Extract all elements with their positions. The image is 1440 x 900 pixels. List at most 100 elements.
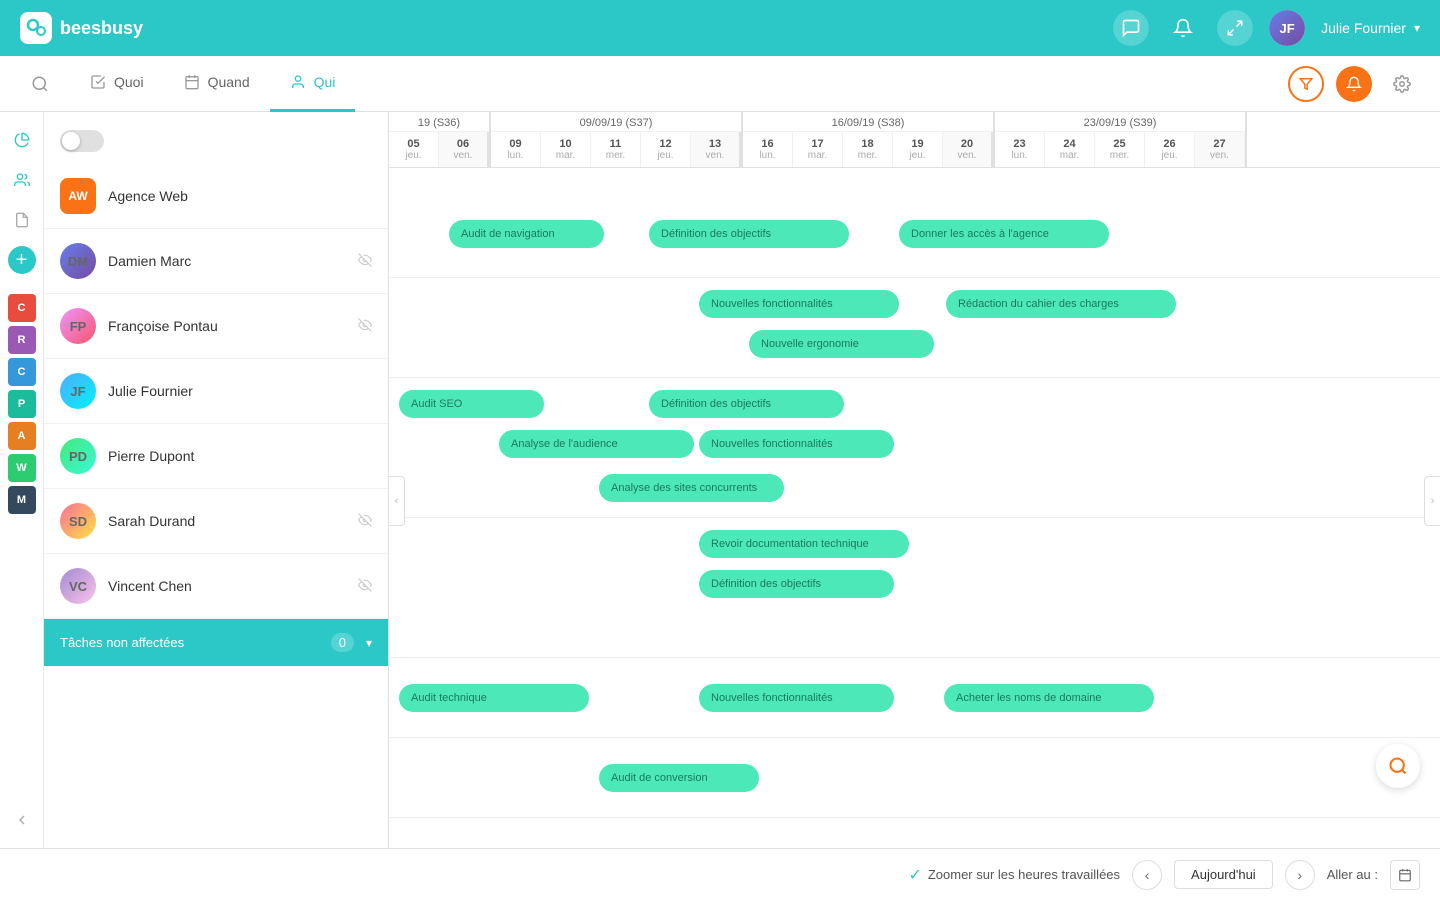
person-row-pierre-dupont[interactable]: PD Pierre Dupont (44, 424, 388, 489)
sidebar-badge-p[interactable]: P (8, 390, 36, 418)
toggle-row (44, 122, 388, 164)
task-audit-seo[interactable]: Audit SEO (399, 390, 544, 418)
person-row-julie-fournier[interactable]: JF Julie Fournier (44, 359, 388, 424)
task-nouvelles-fonctionnalites-pd[interactable]: Nouvelles fonctionnalités (699, 684, 894, 712)
sidebar-badge-c2[interactable]: C (8, 358, 36, 386)
eye-off-icon-damien (358, 253, 372, 270)
sidebar-badge-w[interactable]: W (8, 454, 36, 482)
unassigned-label: Tâches non affectées (60, 635, 319, 650)
unassigned-row[interactable]: Tâches non affectées 0 ▾ (44, 619, 388, 666)
task-acheter-domaines[interactable]: Acheter les noms de domaine (944, 684, 1154, 712)
day-23: 23 lun. (995, 132, 1045, 167)
person-row-vincent-chen[interactable]: VC Vincent Chen (44, 554, 388, 619)
sidebar-badge-m[interactable]: M (8, 486, 36, 514)
task-definition-objectifs-fp[interactable]: Définition des objectifs (649, 390, 844, 418)
person-name-damien-marc: Damien Marc (108, 253, 346, 269)
task-revoir-doc[interactable]: Revoir documentation technique (699, 530, 909, 558)
unassigned-count: 0 (331, 633, 354, 652)
logo-icon[interactable] (20, 12, 52, 44)
gantt-search-button[interactable] (1376, 744, 1420, 788)
user-avatar[interactable]: JF (1269, 10, 1305, 46)
week-s38: 16/09/19 (S38) 16 lun. 17 mar. 18 mer. (743, 112, 995, 167)
collapse-button[interactable] (4, 802, 40, 838)
week-s36: 19 (S36) 05 jeu. 06 ven. (389, 112, 491, 167)
user-name: Julie Fournier (1321, 20, 1406, 36)
person-row-sarah-durand[interactable]: SD Sarah Durand (44, 489, 388, 554)
task-donner-acces[interactable]: Donner les accès à l'agence (899, 220, 1109, 248)
task-audit-technique[interactable]: Audit technique (399, 684, 589, 712)
sidebar-icon-chart[interactable] (4, 122, 40, 158)
settings-button[interactable] (1384, 66, 1420, 102)
tab-quoi[interactable]: Quoi (70, 56, 164, 112)
person-row-agence-web[interactable]: AW Agence Web (44, 164, 388, 229)
sidebar-icon-file[interactable] (4, 202, 40, 238)
week-label-s37: 09/09/19 (S37) (491, 112, 741, 132)
task-nouvelles-fonctionnalites-dm[interactable]: Nouvelles fonctionnalités (699, 290, 899, 318)
calendar-button[interactable] (1390, 860, 1420, 890)
search-button[interactable] (20, 64, 60, 104)
day-09: 09 lun. (491, 132, 541, 167)
day-20: 20 ven. (943, 132, 993, 167)
task-nouvelles-fonctionnalites-fp[interactable]: Nouvelles fonctionnalités (699, 430, 894, 458)
day-17: 17 mar. (793, 132, 843, 167)
bell-icon-btn[interactable] (1165, 10, 1201, 46)
logo-area: beesbusy (20, 12, 1113, 44)
eye-off-icon-francoise (358, 318, 372, 335)
week-s39: 23/09/19 (S39) 23 lun. 24 mar. 25 mer. (995, 112, 1247, 167)
week-label-s39: 23/09/19 (S39) (995, 112, 1245, 132)
gantt-body: Réunion de conception Audit de navigatio… (389, 168, 1440, 848)
task-definition-objectifs-jf[interactable]: Définition des objectifs (699, 570, 894, 598)
notification-button[interactable] (1336, 66, 1372, 102)
week-label-s36: 19 (S36) (389, 112, 489, 132)
sidebar-badge-a[interactable]: A (8, 422, 36, 450)
next-button[interactable]: › (1285, 860, 1315, 890)
people-list: AW Agence Web DM Damien Marc FP François… (44, 112, 389, 848)
gantt-header: 19 (S36) 05 jeu. 06 ven. 09/09/19 (S37) (389, 112, 1440, 168)
task-audit-conversion[interactable]: Audit de conversion (599, 764, 759, 792)
task-nouvelle-ergonomie[interactable]: Nouvelle ergonomie (749, 330, 934, 358)
tab-bar: Quoi Quand Qui (0, 56, 1440, 112)
day-18: 18 mer. (843, 132, 893, 167)
tab-qui[interactable]: Qui (270, 56, 356, 112)
zoom-check: ✓ Zoomer sur les heures travaillées (908, 865, 1120, 885)
day-05: 05 jeu. (389, 132, 439, 167)
task-analyse-sites[interactable]: Analyse des sites concurrents (599, 474, 784, 502)
avatar-julie-fournier: JF (60, 373, 96, 409)
user-area[interactable]: Julie Fournier ▾ (1321, 20, 1420, 36)
day-13: 13 ven. (691, 132, 741, 167)
person-name-pierre-dupont: Pierre Dupont (108, 448, 372, 464)
day-24: 24 mar. (1045, 132, 1095, 167)
week-label-s38: 16/09/19 (S38) (743, 112, 993, 132)
person-name-agence-web: Agence Web (108, 188, 372, 204)
person-row-francoise-pontau[interactable]: FP Françoise Pontau (44, 294, 388, 359)
main-layout: + C R C P A W M AW Agence Web DM Damien … (0, 112, 1440, 848)
gantt-scroll-left[interactable]: ‹ (389, 476, 405, 526)
task-audit-navigation[interactable]: Audit de navigation (449, 220, 604, 248)
sidebar-badge-r[interactable]: R (8, 326, 36, 354)
app-name: beesbusy (60, 18, 143, 39)
sidebar-icon-add[interactable]: + (8, 246, 36, 274)
task-definition-objectifs-1[interactable]: Définition des objectifs (649, 220, 849, 248)
tab-quand[interactable]: Quand (164, 56, 270, 112)
check-icon: ✓ (908, 865, 921, 885)
task-redaction-cahier[interactable]: Rédaction du cahier des charges (946, 290, 1176, 318)
person-name-julie-fournier: Julie Fournier (108, 383, 372, 399)
fullscreen-icon-btn[interactable] (1217, 10, 1253, 46)
avatar-pierre-dupont: PD (60, 438, 96, 474)
filter-button[interactable] (1288, 66, 1324, 102)
sidebar-badge-c[interactable]: C (8, 294, 36, 322)
today-button[interactable]: Aujourd'hui (1174, 860, 1273, 889)
view-toggle[interactable] (60, 130, 104, 152)
left-sidebar: + C R C P A W M (0, 112, 44, 848)
day-27: 27 ven. (1195, 132, 1245, 167)
chat-icon-btn[interactable] (1113, 10, 1149, 46)
avatar-francoise-pontau: FP (60, 308, 96, 344)
prev-button[interactable]: ‹ (1132, 860, 1162, 890)
top-navigation: beesbusy JF Julie Fournier ▾ (0, 0, 1440, 56)
person-row-damien-marc[interactable]: DM Damien Marc (44, 229, 388, 294)
tab-qui-label: Qui (314, 74, 336, 90)
gantt-scroll-right[interactable]: › (1424, 476, 1440, 526)
sidebar-icon-users[interactable] (4, 162, 40, 198)
tab-bar-right (1288, 66, 1440, 102)
task-analyse-audience[interactable]: Analyse de l'audience (499, 430, 694, 458)
